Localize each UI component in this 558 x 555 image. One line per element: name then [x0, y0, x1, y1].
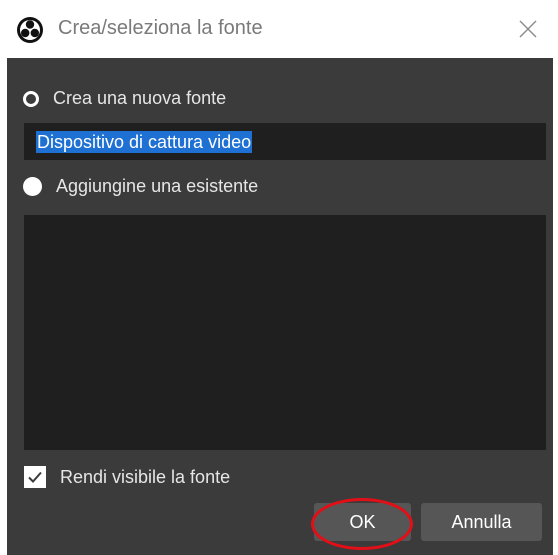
source-name-input[interactable]: Dispositivo di cattura video: [24, 123, 546, 160]
checkmark-icon: [28, 471, 42, 483]
existing-sources-list[interactable]: [24, 215, 546, 450]
close-button[interactable]: [498, 0, 558, 58]
visibility-label: Rendi visibile la fonte: [60, 466, 231, 487]
create-new-option[interactable]: Crea una nuova fonte: [23, 88, 226, 109]
create-select-source-dialog: Crea/seleziona la fonte Crea una nuova f…: [0, 0, 558, 555]
obs-logo-icon: [17, 17, 43, 43]
create-new-label: Crea una nuova fonte: [53, 88, 227, 108]
add-existing-option[interactable]: Aggiungine una esistente: [23, 176, 258, 197]
add-existing-label: Aggiungine una esistente: [56, 176, 259, 196]
ok-button[interactable]: OK: [314, 503, 411, 541]
visibility-checkbox[interactable]: [24, 466, 46, 488]
close-icon: [519, 20, 537, 38]
cancel-button[interactable]: Annulla: [421, 503, 542, 541]
title-bar: Crea/seleziona la fonte: [0, 0, 558, 58]
add-existing-radio[interactable]: [23, 177, 42, 196]
create-new-radio[interactable]: [23, 90, 39, 107]
dialog-body: Crea una nuova fonte Dispositivo di catt…: [7, 58, 553, 555]
visibility-option[interactable]: Rendi visibile la fonte: [24, 466, 230, 488]
dialog-title: Crea/seleziona la fonte: [58, 17, 263, 39]
source-name-value: Dispositivo di cattura video: [36, 130, 253, 153]
